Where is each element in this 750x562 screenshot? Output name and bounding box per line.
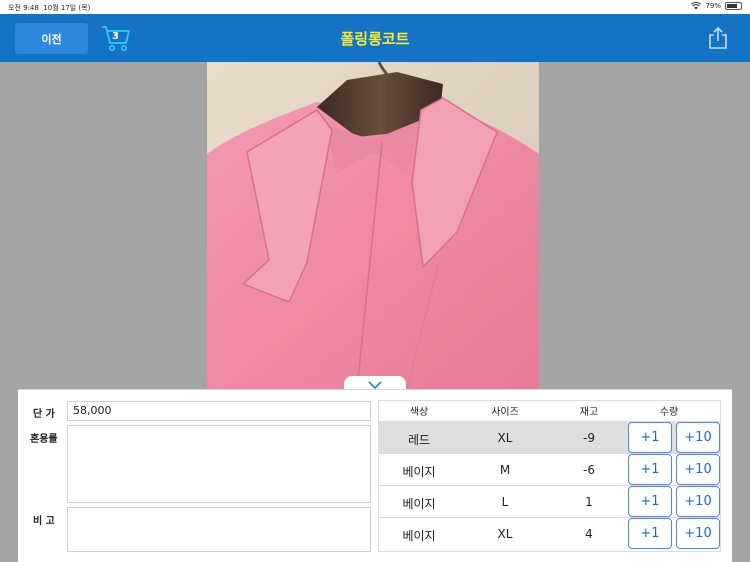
cell-color: 베이지 [402,497,436,511]
status-bar: 오전 9:48 10월 17일 (목) 79% [0,0,750,14]
chevron-down-icon [368,381,382,389]
add-1-button[interactable]: +1 [628,422,672,453]
cell-size: XL [497,431,513,445]
cell-stock: -6 [583,463,595,477]
add-10-button[interactable]: +10 [676,454,720,485]
price-field[interactable] [67,401,371,421]
date-text: 10월 17일 (목) [43,4,91,12]
add-10-button[interactable]: +10 [676,518,720,549]
status-time: 오전 9:48 10월 17일 (목) [8,3,90,13]
clock-text: 오전 9:48 [8,4,39,12]
note-field[interactable] [67,507,371,552]
blend-label: 혼용률 [30,434,58,445]
cell-size: XL [497,527,513,541]
cell-stock: 4 [585,527,593,541]
cell-stock: 1 [585,495,593,509]
add-1-button[interactable]: +1 [628,486,672,517]
header-color: 색상 [409,407,429,418]
wifi-icon [691,2,702,10]
cell-stock: -9 [583,431,595,445]
header-size: 사이즈 [491,407,519,418]
blend-field[interactable] [67,425,371,503]
cell-size: L [501,495,509,509]
note-label: 비 고 [33,516,55,527]
product-photo [207,62,539,390]
price-value: 58,000 [73,404,112,417]
share-button[interactable] [707,26,729,50]
battery-icon [725,2,742,10]
add-10-button[interactable]: +10 [676,486,720,517]
header-qty: 수량 [659,407,679,418]
cell-color: 베이지 [402,465,436,479]
cell-color: 베이지 [402,529,436,543]
cell-size: M [499,463,511,477]
price-label: 단 가 [33,409,55,420]
battery-level [727,4,738,8]
add-10-button[interactable]: +10 [676,422,720,453]
nav-bar: 이전 3 폴링롱코트 [0,14,750,62]
cell-color: 레드 [407,433,431,447]
header-stock: 재고 [579,407,599,418]
battery-percent: 79% [705,2,721,10]
add-1-button[interactable]: +1 [628,518,672,549]
add-1-button[interactable]: +1 [628,454,672,485]
status-right: 79% [691,2,742,10]
page-title: 폴링롱코트 [340,30,410,48]
share-icon [709,26,727,49]
